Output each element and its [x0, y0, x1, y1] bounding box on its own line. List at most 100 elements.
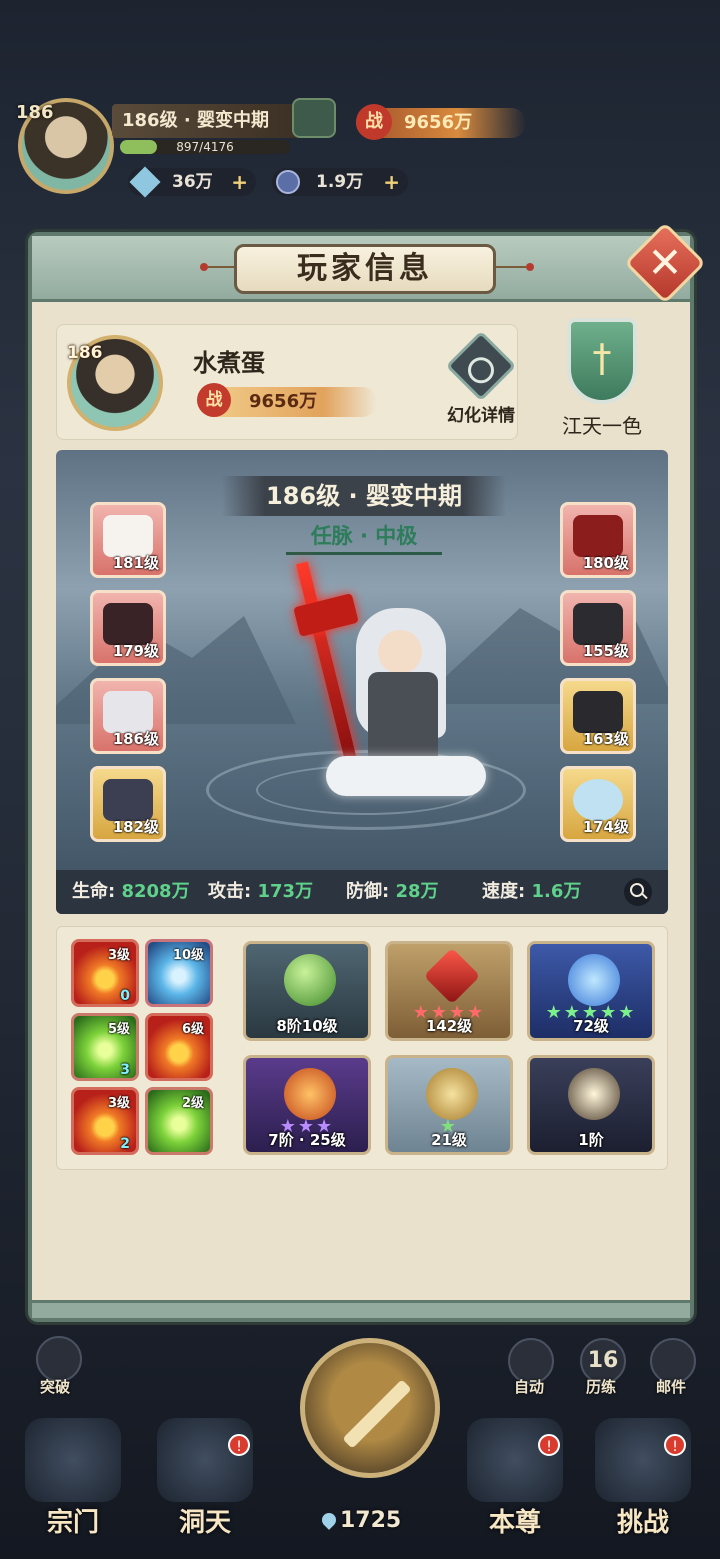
nav-sect[interactable]: 宗门	[18, 1418, 128, 1539]
spear-head	[293, 593, 359, 637]
search-icon[interactable]	[624, 878, 652, 906]
equip-slot-armor[interactable]: 179级	[90, 590, 166, 666]
card-label: 1阶	[578, 1131, 604, 1149]
player-level: 186	[67, 343, 103, 363]
add-coin-button[interactable]: +	[383, 168, 400, 196]
card-label: 142级	[425, 1017, 473, 1035]
crimson-blade-icon	[423, 947, 481, 1005]
equip-level: 180级	[582, 554, 629, 572]
cave-icon	[157, 1418, 253, 1502]
challenge-alert-badge: !	[664, 1434, 686, 1456]
close-icon[interactable]: ✕	[636, 234, 694, 292]
skill-count: 2	[120, 1136, 130, 1152]
skill-count: 3	[120, 1062, 130, 1078]
stat-def-value: 28万	[395, 881, 439, 902]
realm-banner: 186级 · 婴变中期	[222, 476, 506, 516]
stat-hp: 生命: 8208万	[72, 870, 190, 914]
equip-level: 182级	[112, 818, 159, 836]
challenge-icon	[595, 1418, 691, 1502]
sect-icon	[25, 1418, 121, 1502]
coin-icon	[276, 170, 300, 194]
stat-atk: 攻击: 173万	[208, 870, 313, 914]
character-stage: 186级 · 婴变中期 任脉 · 中极 181级 179级 186级 182级 …	[56, 450, 668, 914]
spear-icon	[295, 561, 357, 759]
trial-label: 历练	[586, 1378, 617, 1396]
knot-right-icon	[494, 260, 534, 274]
card-label: 72级	[573, 1017, 609, 1035]
skill-slot[interactable]: 5级 3	[71, 1013, 139, 1081]
skill-count: 0	[120, 988, 130, 1004]
equip-level: 181级	[112, 554, 159, 572]
hud-coins: 1.9万 +	[272, 168, 408, 196]
hud-spirit-stones: 36万 +	[128, 166, 256, 198]
equip-slot-pendant[interactable]: 174级	[560, 766, 636, 842]
bracer-icon	[103, 779, 153, 821]
self-alert-badge: !	[538, 1434, 560, 1456]
add-spirit-stone-button[interactable]: +	[231, 168, 248, 196]
treasure-card-beast[interactable]: ★★★★★ 72级	[527, 941, 655, 1041]
treasure-card-dharma[interactable]: ★★★ 7阶 · 25级	[243, 1055, 371, 1155]
treasure-card-weapon[interactable]: ★★★★ 142级	[385, 941, 513, 1041]
treasure-card-spirit[interactable]: 1阶	[527, 1055, 655, 1155]
spirit-orb-icon	[284, 954, 336, 1006]
equip-slot-belt[interactable]: 155级	[560, 590, 636, 666]
equip-level: 186级	[112, 730, 159, 748]
hud-exp-text: 897/4176	[176, 140, 234, 154]
belt-icon	[573, 603, 623, 645]
cloud-mount	[326, 756, 486, 796]
skill-level: 3级	[107, 1096, 130, 1111]
illusion-label: 幻化详情	[447, 406, 515, 426]
armor-icon	[103, 603, 153, 645]
main-count-value: 1725	[340, 1508, 402, 1533]
skill-level: 3级	[107, 948, 130, 963]
spirit-stone-value: 36万	[172, 172, 213, 192]
card-label: 8阶10级	[276, 1017, 338, 1035]
skill-slot[interactable]: 3级 0	[71, 939, 139, 1007]
card-label: 21级	[431, 1131, 467, 1149]
self-icon	[467, 1418, 563, 1502]
skill-slot[interactable]: 2级	[145, 1087, 213, 1155]
stat-spd: 速度: 1.6万	[482, 870, 581, 914]
hud-power-badge: 战	[356, 104, 392, 140]
headband-icon	[573, 515, 623, 557]
cauldron-icon[interactable]	[292, 98, 336, 138]
sword-icon	[342, 1379, 412, 1449]
storm-beast-icon	[568, 954, 620, 1006]
equip-slot-helmet[interactable]: 181级	[90, 502, 166, 578]
illusion-details-button[interactable]: 幻化详情	[439, 330, 523, 426]
treasure-card-orb[interactable]: 8阶10级	[243, 941, 371, 1041]
skill-slot[interactable]: 3级 2	[71, 1087, 139, 1155]
guild-emblem[interactable]: 江天一色	[542, 318, 662, 439]
player-name: 水煮蛋	[193, 349, 265, 377]
character-model	[286, 560, 486, 810]
illusion-icon	[445, 330, 517, 402]
equip-level: 155级	[582, 642, 629, 660]
equip-slot-boots[interactable]: 163级	[560, 678, 636, 754]
hud-realm: 186级 · 婴变中期	[112, 104, 302, 138]
stat-bar: 生命: 8208万 攻击: 173万 防御: 28万 速度: 1.6万	[56, 870, 668, 914]
equip-slot-bracer[interactable]: 182级	[90, 766, 166, 842]
coin-value: 1.9万	[316, 172, 364, 192]
skill-slot[interactable]: 10级	[145, 939, 213, 1007]
pendant-icon	[573, 779, 623, 821]
cave-alert-badge: !	[228, 1434, 250, 1456]
equip-slot-headband[interactable]: 180级	[560, 502, 636, 578]
spirit-stone-icon	[129, 166, 161, 198]
stat-def: 防御: 28万	[346, 870, 439, 914]
skill-level: 6级	[181, 1022, 204, 1037]
stat-def-label: 防御:	[346, 881, 390, 902]
nav-sect-label: 宗门	[46, 1508, 99, 1538]
main-sword-button[interactable]	[300, 1338, 440, 1478]
nav-challenge-label: 挑战	[616, 1508, 669, 1538]
dark-spirit-icon	[568, 1068, 620, 1120]
mail-label: 邮件	[656, 1378, 687, 1396]
equip-slot-weapon[interactable]: 186级	[90, 678, 166, 754]
nav-self-label: 本尊	[488, 1508, 541, 1538]
treasure-card-talisman[interactable]: ★ 21级	[385, 1055, 513, 1155]
golden-talisman-icon	[426, 1068, 478, 1120]
skill-slot[interactable]: 6级	[145, 1013, 213, 1081]
guild-name: 江天一色	[562, 414, 642, 438]
stat-atk-value: 173万	[257, 881, 314, 902]
equip-level: 174级	[582, 818, 629, 836]
dialog-footer	[32, 1300, 690, 1318]
